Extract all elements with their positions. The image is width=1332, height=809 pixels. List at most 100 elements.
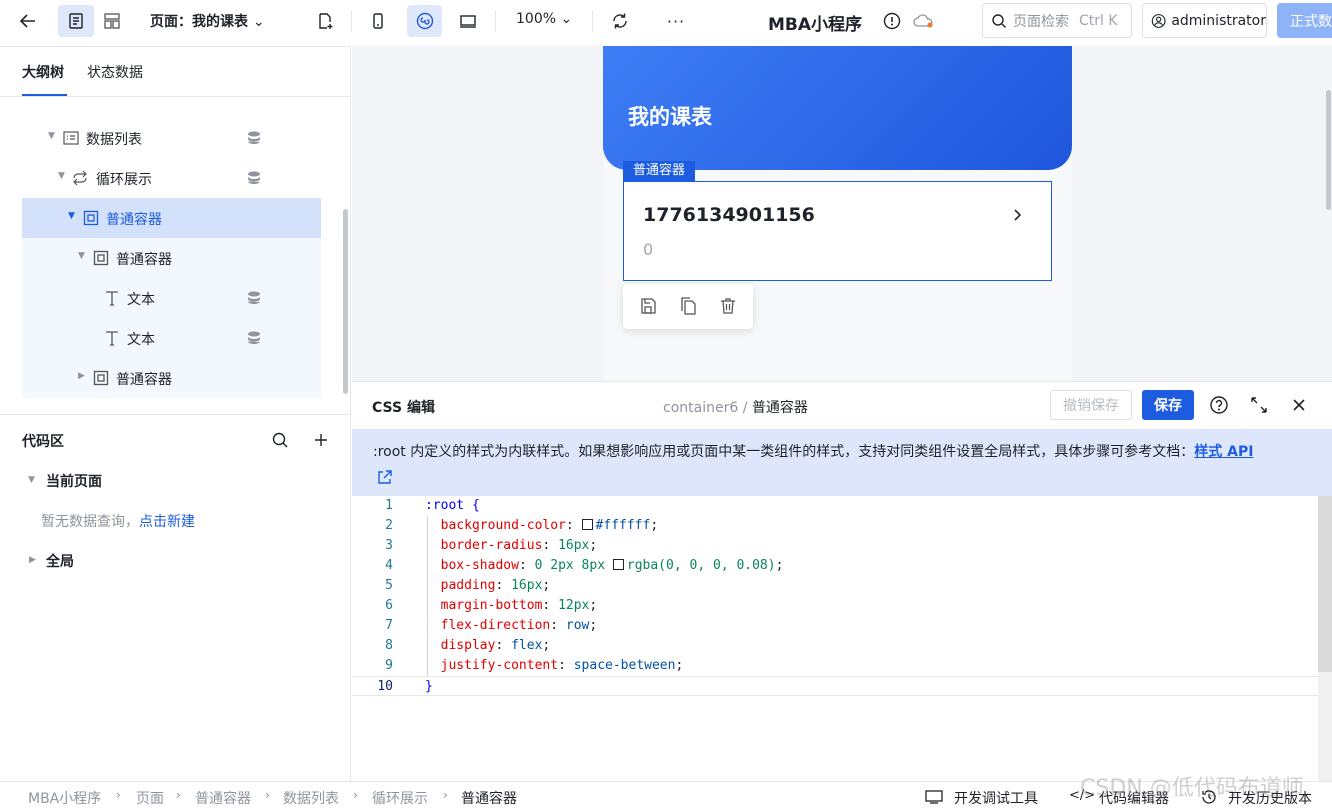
chevron-right-icon: › (176, 788, 181, 802)
divider (495, 10, 496, 32)
code-line-current: 10} (352, 676, 1318, 696)
page-header: 我的课表 (603, 46, 1072, 170)
layout-icon[interactable] (96, 5, 128, 37)
page-select-label: 页面：我的课表 (150, 14, 248, 30)
css-value: 16px (511, 578, 543, 593)
tree-label: 文本 (127, 292, 155, 308)
canvas-scrollbar[interactable] (1326, 90, 1331, 210)
publish-button[interactable]: 正式数 (1277, 3, 1332, 38)
user-menu[interactable]: administrator (1142, 3, 1267, 38)
caret-down-icon[interactable]: ▼ (28, 475, 35, 485)
caret-right-icon[interactable]: ▶ (78, 371, 85, 381)
left-panel: 大纲树 状态数据 ▼ 数据列表 ▼ 循环展示 ▼ 普通容器 ▼ 普通容器 文本 … (0, 46, 351, 781)
tree-node-text[interactable]: 文本 (22, 318, 321, 358)
copy-icon[interactable] (678, 296, 698, 316)
color-swatch[interactable] (612, 559, 624, 570)
design-canvas[interactable]: 我的课表 普通容器 1776134901156 0 (352, 46, 1332, 381)
external-link-icon[interactable] (376, 469, 393, 486)
list-icon (63, 131, 79, 145)
editor-breadcrumb: container6 / 普通容器 (663, 397, 808, 417)
save-button[interactable]: 保存 (1142, 390, 1194, 420)
database-icon[interactable] (246, 170, 262, 186)
desktop-view-icon[interactable] (452, 5, 484, 37)
help-icon[interactable] (1209, 395, 1229, 415)
info-icon[interactable] (876, 5, 908, 37)
selected-component-tag: 普通容器 (623, 161, 696, 181)
text-icon (106, 331, 118, 346)
panel-tabs: 大纲树 状态数据 (0, 47, 350, 97)
caret-down-icon[interactable]: ▼ (58, 171, 65, 181)
zoom-select[interactable]: 100% ⌄ (516, 11, 572, 27)
tab-state-data[interactable]: 状态数据 (87, 62, 143, 82)
current-page-group[interactable]: 当前页面 (46, 471, 102, 491)
miniprogram-view-icon[interactable] (407, 5, 442, 37)
add-icon[interactable] (312, 431, 330, 449)
tree-node-text[interactable]: 文本 (22, 278, 321, 318)
create-query-link[interactable]: 点击新建 (139, 514, 195, 530)
code-line: 1:root { (352, 496, 1318, 516)
container-icon (83, 210, 99, 226)
back-arrow-icon[interactable] (12, 5, 44, 37)
breadcrumb-item[interactable]: 数据列表 (283, 788, 339, 808)
line-number: 9 (385, 658, 393, 673)
close-icon[interactable] (1289, 395, 1309, 415)
tree-node-container[interactable]: ▼ 普通容器 (22, 238, 321, 278)
css-property: padding (440, 578, 496, 593)
page-search-input[interactable]: 页面检索 Ctrl K (982, 3, 1132, 38)
tree-node-loop[interactable]: ▼ 循环展示 (22, 158, 321, 198)
caret-down-icon[interactable]: ▼ (68, 211, 75, 221)
line-number: 1 (385, 498, 393, 513)
caret-right-icon[interactable]: ▶ (29, 555, 36, 565)
save-icon[interactable] (638, 296, 658, 316)
breadcrumb-item[interactable]: MBA小程序 (28, 788, 101, 808)
add-page-icon[interactable] (309, 5, 341, 37)
refresh-icon[interactable] (604, 5, 636, 37)
page-select[interactable]: 页面：我的课表 ⌄ (150, 11, 265, 31)
database-icon[interactable] (246, 290, 262, 306)
global-group[interactable]: 全局 (46, 551, 74, 571)
chevron-right-icon: › (116, 788, 121, 802)
card-number: 1776134901156 (643, 204, 815, 226)
code-editor[interactable]: 1:root { 2 background-color: #ffffff; 3 … (352, 496, 1318, 782)
tree-node-container[interactable]: ▶ 普通容器 (22, 358, 321, 398)
more-icon[interactable]: ··· (660, 5, 692, 37)
database-icon[interactable] (246, 130, 262, 146)
expand-icon[interactable] (1249, 395, 1269, 415)
dev-debug-tool[interactable]: 开发调试工具 (954, 788, 1038, 808)
css-value: space-between (573, 658, 676, 673)
tree-scrollbar[interactable] (343, 209, 348, 394)
cancel-save-button[interactable]: 撤销保存 (1050, 390, 1132, 420)
zoom-value: 100% (516, 11, 557, 27)
tree-label: 循环展示 (96, 172, 152, 188)
outline-view-icon[interactable] (58, 5, 94, 37)
search-shortcut: Ctrl K (1079, 12, 1118, 29)
empty-query-text: 暂无数据查询，点击新建 (41, 511, 195, 531)
style-api-link[interactable]: 样式 API (1194, 444, 1253, 460)
tree-node-container-selected[interactable]: ▼ 普通容器 (22, 198, 321, 238)
chevron-right-icon (1014, 209, 1022, 221)
tab-outline[interactable]: 大纲树 (22, 62, 64, 82)
line-number: 8 (385, 638, 393, 653)
delete-icon[interactable] (718, 296, 738, 316)
line-number: 10 (377, 679, 393, 694)
selected-card[interactable]: 1776134901156 0 (623, 181, 1052, 281)
inline-style-notice: :root 内定义的样式为内联样式。如果想影响应用或页面中某一类组件的样式，支持… (352, 429, 1332, 496)
breadcrumb-item[interactable]: 普通容器 (195, 788, 251, 808)
css-property: justify-content (440, 658, 559, 673)
breadcrumb-item-current[interactable]: 普通容器 (461, 788, 517, 808)
breadcrumb-item[interactable]: 循环展示 (372, 788, 428, 808)
breadcrumb-item[interactable]: 页面 (136, 788, 164, 808)
notice-body: :root 内定义的样式为内联样式。如果想影响应用或页面中某一类组件的样式，支持… (373, 444, 1195, 460)
css-value: 0 2px 8px (534, 558, 606, 573)
chevron-down-icon: ⌄ (252, 14, 265, 30)
tree-node-data-list[interactable]: ▼ 数据列表 (22, 118, 321, 158)
database-icon[interactable] (246, 330, 262, 346)
editor-scrollbar[interactable] (1318, 496, 1332, 672)
caret-down-icon[interactable]: ▼ (48, 131, 55, 141)
color-swatch[interactable] (581, 519, 593, 530)
mobile-view-icon[interactable] (362, 5, 394, 37)
text-icon (106, 291, 118, 306)
css-property: display (440, 638, 496, 653)
search-icon[interactable] (271, 431, 289, 449)
caret-down-icon[interactable]: ▼ (78, 251, 85, 261)
